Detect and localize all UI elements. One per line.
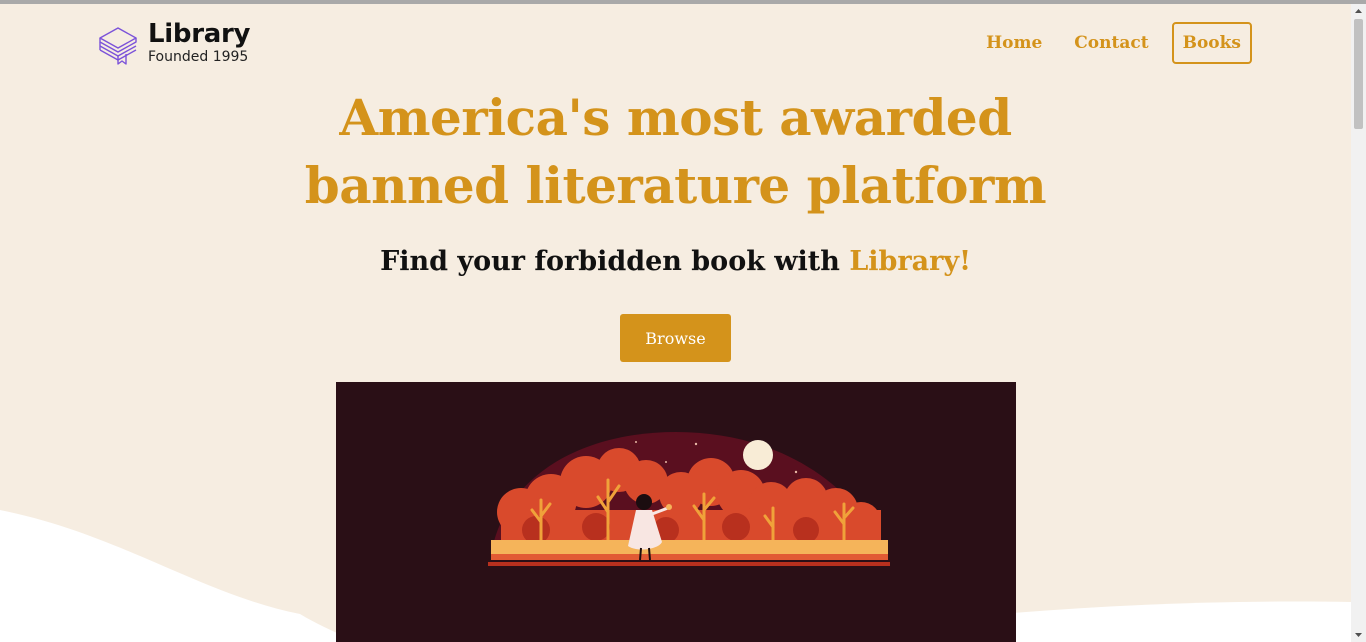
stacked-books-icon [99,27,137,65]
hero-subtitle-text: Find your forbidden book with [380,246,850,277]
scrollbar-thumb[interactable] [1354,19,1363,129]
girl-in-autumn-forest-illustration [336,382,1016,642]
hero-subtitle-accent: Library! [849,246,971,277]
hero-title-line-2: banned literature platform [304,156,1047,215]
nav-home-link[interactable]: Home [986,22,1042,64]
hero-title-line-1: America's most awarded [339,88,1012,147]
browse-button[interactable]: Browse [620,314,731,362]
main-nav: Home Contact Books [954,22,1252,64]
hero-title: America's most awarded banned literature… [0,84,1351,220]
scroll-up-arrow-icon[interactable] [1351,4,1366,19]
hero-subtitle: Find your forbidden book with Library! [0,242,1351,282]
nav-books-button[interactable]: Books [1171,22,1252,64]
scroll-down-arrow-icon[interactable] [1351,627,1366,642]
page: Library Founded 1995 Home Contact Books … [0,4,1351,642]
nav-contact-link[interactable]: Contact [1074,22,1148,64]
brand-name: Library [148,19,251,49]
vertical-scrollbar[interactable] [1351,4,1366,642]
brand-tagline: Founded 1995 [148,49,249,65]
logo[interactable]: Library Founded 1995 [98,20,250,66]
